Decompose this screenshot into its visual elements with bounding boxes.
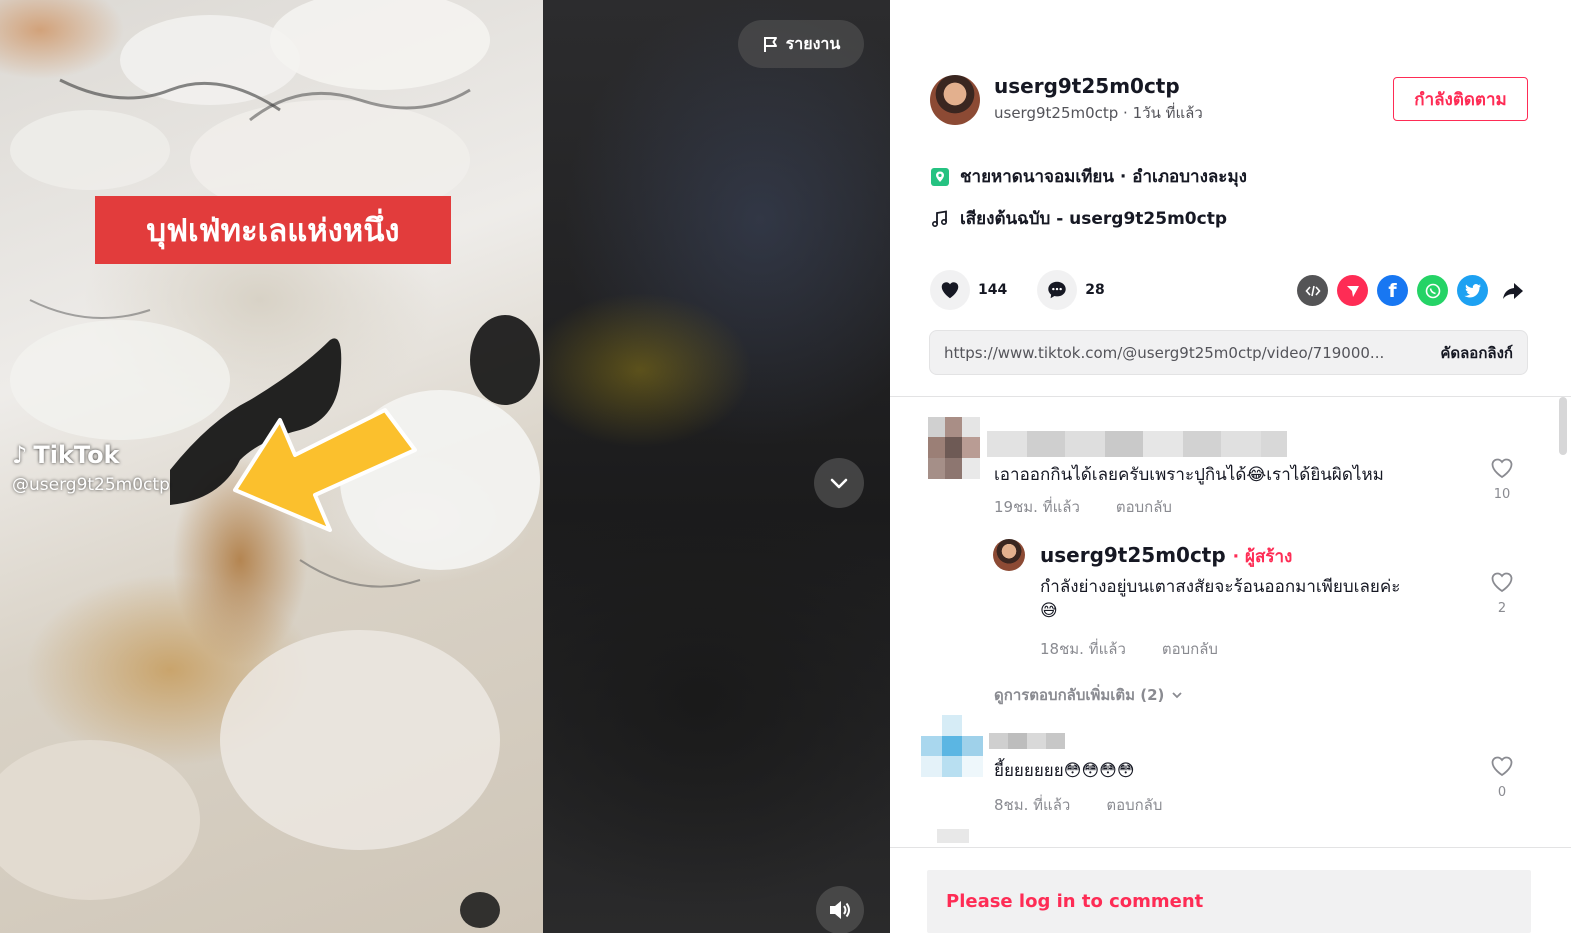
author-subline: userg9t25m0ctp · 1วัน ที่แล้ว bbox=[994, 104, 1203, 122]
following-button[interactable]: กำลังติดตาม bbox=[1393, 77, 1528, 121]
reply-like-count: 2 bbox=[1497, 601, 1507, 616]
comment-time: 8ชม. ที่แล้ว bbox=[994, 796, 1071, 814]
comment-meta: 19ชม. ที่แล้ว ตอบกลับ bbox=[994, 495, 1172, 519]
comment-text: เอาออกกินได้เลยครับเพราะปูกินได้😂เราได้ย… bbox=[994, 465, 1384, 485]
volume-icon bbox=[830, 901, 850, 919]
sound-row[interactable]: เสียงต้นฉบับ - userg9t25m0ctp bbox=[930, 205, 1227, 232]
comment-like[interactable]: 10 bbox=[1482, 457, 1522, 502]
comment-text: ยี้ยยยยยย😳😳😳😳 bbox=[994, 761, 1135, 781]
video-info-panel: userg9t25m0ctp userg9t25m0ctp · 1วัน ที่… bbox=[890, 0, 1571, 933]
reply-avatar[interactable] bbox=[993, 539, 1025, 571]
share-options: f bbox=[1297, 275, 1528, 306]
heart-outline-icon bbox=[1491, 572, 1513, 593]
flag-icon bbox=[763, 37, 777, 52]
view-more-replies-button[interactable]: ดูการตอบกลับเพิ่มเติม (2) bbox=[994, 683, 1184, 707]
comment-like-count: 0 bbox=[1497, 785, 1507, 800]
comment-item: ยี้ยยยยยย😳😳😳😳 8ชม. ที่แล้ว ตอบกลับ 0 bbox=[890, 713, 1571, 823]
comment-button[interactable] bbox=[1037, 270, 1078, 310]
author-block[interactable]: userg9t25m0ctp userg9t25m0ctp · 1วัน ที่… bbox=[930, 74, 1203, 125]
video-caption-banner: บุฟเฟ่ทะเลแห่งหนึ่ง bbox=[95, 196, 451, 264]
reply-button[interactable]: ตอบกลับ bbox=[1116, 495, 1172, 519]
twitter-icon[interactable] bbox=[1457, 275, 1488, 306]
volume-button[interactable] bbox=[816, 886, 864, 933]
chevron-down-icon bbox=[1172, 692, 1183, 699]
commenter-avatar[interactable] bbox=[921, 715, 983, 777]
video-player[interactable]: บุฟเฟ่ทะเลแห่งหนึ่ง ♪ TikTok @userg9t25m… bbox=[0, 0, 890, 933]
like-button[interactable] bbox=[930, 270, 970, 310]
comment-like-count: 10 bbox=[1493, 487, 1511, 502]
comment-count: 28 bbox=[1085, 282, 1105, 298]
heart-outline-icon bbox=[1491, 458, 1513, 479]
comment-bubble-icon bbox=[1048, 281, 1066, 299]
author-username[interactable]: userg9t25m0ctp bbox=[994, 74, 1203, 98]
next-video-button[interactable] bbox=[814, 458, 864, 508]
comment-meta: 8ชม. ที่แล้ว ตอบกลับ bbox=[994, 793, 1162, 817]
location-pin-icon bbox=[930, 167, 950, 187]
reply-text-emoji: 😅 bbox=[1040, 601, 1058, 621]
commenter-name-blurred[interactable] bbox=[989, 733, 1065, 749]
creator-reply-item: userg9t25m0ctp · ผู้สร้าง กำลังย่างอยู่บ… bbox=[890, 537, 1571, 672]
tiktok-note-icon: ♪ bbox=[12, 441, 28, 469]
commenter-avatar[interactable] bbox=[937, 829, 969, 843]
share-arrow-icon[interactable] bbox=[1497, 275, 1528, 306]
video-frame[interactable]: บุฟเฟ่ทะเลแห่งหนึ่ง ♪ TikTok @userg9t25m… bbox=[0, 0, 543, 933]
facebook-icon[interactable]: f bbox=[1377, 275, 1408, 306]
reply-button[interactable]: ตอบกลับ bbox=[1106, 793, 1162, 817]
report-label: รายงาน bbox=[785, 33, 841, 53]
copy-link-button[interactable]: คัดลอกลิงก์ bbox=[1440, 341, 1513, 365]
heart-icon bbox=[941, 282, 959, 299]
music-note-icon bbox=[930, 209, 950, 229]
tiktok-watermark-logo: ♪ TikTok bbox=[12, 441, 170, 469]
engagement-actions: 144 28 bbox=[930, 270, 1135, 310]
tiktok-watermark-brand: TikTok bbox=[33, 441, 120, 469]
whatsapp-icon[interactable] bbox=[1417, 275, 1448, 306]
reply-like[interactable]: 2 bbox=[1482, 571, 1522, 616]
comment-list[interactable]: เอาออกกินได้เลยครับเพราะปูกินได้😂เราได้ย… bbox=[890, 397, 1571, 847]
comment-item: เอาออกกินได้เลยครับเพราะปูกินได้😂เราได้ย… bbox=[890, 397, 1571, 537]
creator-badge: · ผู้สร้าง bbox=[1232, 547, 1293, 567]
commenter-avatar[interactable] bbox=[928, 417, 980, 479]
send-icon[interactable] bbox=[1337, 275, 1368, 306]
video-link-box: https://www.tiktok.com/@userg9t25m0ctp/v… bbox=[929, 330, 1528, 375]
commenter-name-blurred[interactable] bbox=[987, 431, 1287, 457]
location-text: ชายหาดนาจอมเทียน · อำเภอบางละมุง bbox=[960, 167, 1247, 187]
comment-like[interactable]: 0 bbox=[1482, 755, 1522, 800]
report-button[interactable]: รายงาน bbox=[738, 20, 864, 68]
like-count: 144 bbox=[978, 282, 1008, 298]
reply-meta: 18ชม. ที่แล้ว ตอบกลับ bbox=[1040, 637, 1218, 661]
tiktok-watermark-handle: @userg9t25m0ctp bbox=[12, 475, 170, 495]
embed-icon[interactable] bbox=[1297, 275, 1328, 306]
reply-time: 18ชม. ที่แล้ว bbox=[1040, 640, 1126, 658]
video-link-url[interactable]: https://www.tiktok.com/@userg9t25m0ctp/v… bbox=[944, 344, 1420, 362]
chevron-down-icon bbox=[830, 478, 848, 489]
comment-time: 19ชม. ที่แล้ว bbox=[994, 498, 1080, 516]
location-row[interactable]: ชายหาดนาจอมเทียน · อำเภอบางละมุง bbox=[930, 163, 1247, 190]
reply-username[interactable]: userg9t25m0ctp bbox=[1040, 543, 1226, 567]
comment-input-divider bbox=[890, 847, 1571, 848]
login-to-comment-button[interactable]: Please log in to comment bbox=[927, 870, 1531, 933]
view-more-replies-label: ดูการตอบกลับเพิ่มเติม (2) bbox=[994, 686, 1165, 704]
reply-text: กำลังย่างอยู่บนเตาสงสัยจะร้อนออกมาเพียบเ… bbox=[1040, 577, 1401, 597]
heart-outline-icon bbox=[1491, 756, 1513, 777]
sound-text: เสียงต้นฉบับ - userg9t25m0ctp bbox=[960, 209, 1227, 229]
reply-author[interactable]: userg9t25m0ctp · ผู้สร้าง bbox=[1040, 543, 1292, 570]
author-avatar[interactable] bbox=[930, 74, 980, 125]
tiktok-watermark: ♪ TikTok @userg9t25m0ctp bbox=[12, 441, 170, 495]
reply-reply-button[interactable]: ตอบกลับ bbox=[1162, 637, 1218, 661]
